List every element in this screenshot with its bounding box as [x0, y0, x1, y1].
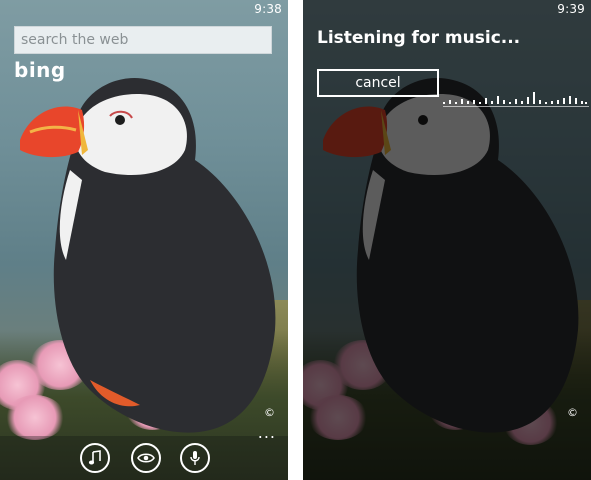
search-input[interactable]	[15, 27, 271, 53]
listening-title: Listening for music...	[317, 28, 521, 48]
microphone-icon	[190, 451, 200, 465]
music-listening-screen: 9:39 Listening for music... cancel ©	[303, 0, 591, 480]
music-search-button[interactable]	[80, 443, 110, 473]
copyright-icon[interactable]: ©	[264, 406, 275, 419]
bing-logo: bing	[14, 58, 66, 82]
audio-visualizer	[443, 92, 589, 107]
more-options-button[interactable]: ...	[258, 425, 276, 441]
search-box[interactable]	[14, 26, 272, 54]
voice-search-button[interactable]	[180, 443, 210, 473]
status-bar-time: 9:38	[254, 2, 282, 16]
bing-search-screen: 9:38 bing © ...	[0, 0, 288, 480]
music-icon	[88, 450, 101, 465]
cancel-button[interactable]: cancel	[317, 69, 439, 97]
vision-search-button[interactable]	[131, 443, 161, 473]
app-bar: ...	[0, 425, 288, 480]
copyright-icon[interactable]: ©	[567, 406, 578, 419]
eye-icon	[137, 453, 155, 463]
status-bar-time: 9:39	[557, 2, 585, 16]
